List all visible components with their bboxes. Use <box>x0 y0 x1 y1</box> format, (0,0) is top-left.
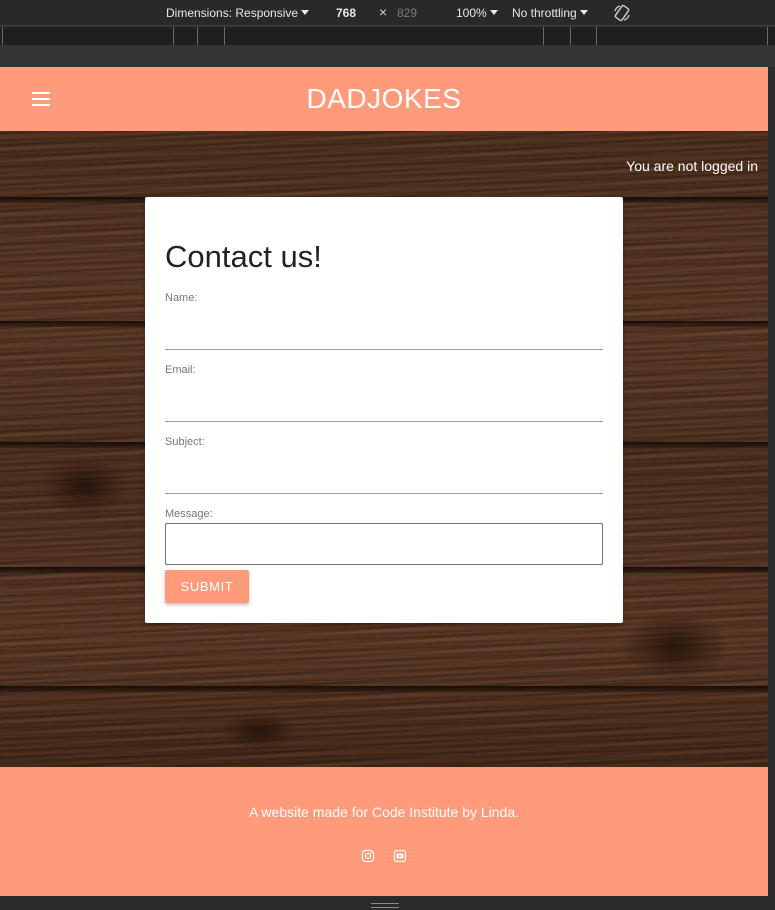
devtools-gap <box>0 45 775 67</box>
ruler-segment[interactable] <box>596 27 768 45</box>
resize-handle-icon[interactable] <box>371 903 399 908</box>
dimensions-label: Dimensions: Responsive <box>166 6 299 20</box>
wood-knot <box>220 711 300 751</box>
site-brand[interactable]: DADJOKES <box>0 83 768 115</box>
subject-label: Subject: <box>165 436 205 448</box>
name-underline <box>165 349 603 350</box>
wood-knot <box>620 611 730 681</box>
devtools-device-bar: Dimensions: Responsive 768 × 829 100% No… <box>0 0 775 26</box>
contact-card: Contact us! Name: Email: Subject: Messag… <box>145 197 623 623</box>
chevron-down-icon <box>489 10 498 15</box>
wood-knot <box>40 456 130 516</box>
subject-underline <box>165 493 603 494</box>
ruler-segment[interactable] <box>543 27 571 45</box>
devtools-toolbar: Dimensions: Responsive 768 × 829 100% No… <box>0 0 775 67</box>
height-input[interactable]: 829 <box>397 6 417 20</box>
youtube-icon[interactable] <box>393 849 407 863</box>
footer: A website made for Code Institute by Lin… <box>0 767 768 896</box>
submit-button[interactable]: SUBMIT <box>165 570 249 603</box>
chevron-down-icon <box>579 10 588 15</box>
dimensions-dropdown[interactable]: Dimensions: Responsive <box>166 6 310 20</box>
page-viewport: DADJOKES You are not logged in Contact u… <box>0 67 768 896</box>
viewport-gutter <box>768 67 775 896</box>
plank-divider <box>0 686 768 692</box>
instagram-icon[interactable] <box>361 849 375 863</box>
ruler-segment[interactable] <box>2 27 174 45</box>
page-title: Contact us! <box>165 239 322 274</box>
throttling-dropdown[interactable]: No throttling <box>512 6 588 20</box>
name-field[interactable] <box>165 323 603 349</box>
email-underline <box>165 421 603 422</box>
login-status-text: You are not logged in <box>626 158 758 174</box>
chevron-down-icon <box>301 10 310 15</box>
zoom-dropdown[interactable]: 100% <box>456 6 498 20</box>
email-field[interactable] <box>165 395 603 421</box>
times-icon: × <box>379 4 388 20</box>
rotate-icon[interactable] <box>612 3 632 23</box>
email-label: Email: <box>165 364 196 376</box>
width-input[interactable]: 768 <box>336 6 356 20</box>
message-field[interactable] <box>165 523 603 565</box>
name-label: Name: <box>165 292 198 304</box>
ruler-segment[interactable] <box>197 27 225 45</box>
throttling-label: No throttling <box>512 6 577 20</box>
media-query-ruler <box>0 27 775 45</box>
zoom-label: 100% <box>456 6 487 20</box>
navbar: DADJOKES <box>0 67 768 131</box>
message-label: Message: <box>165 508 213 520</box>
subject-field[interactable] <box>165 467 603 493</box>
footer-credit: A website made for Code Institute by Lin… <box>248 804 520 820</box>
